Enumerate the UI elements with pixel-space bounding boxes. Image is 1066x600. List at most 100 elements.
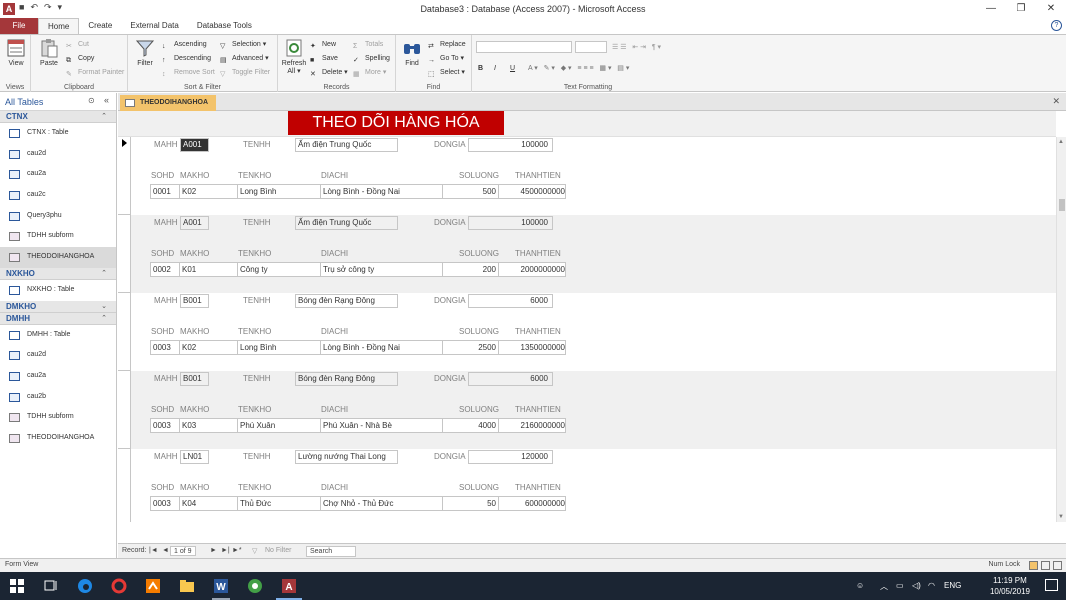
sort-descending-button[interactable]: ↑ Descending [162, 52, 211, 65]
first-record-icon[interactable]: |◄ [149, 547, 158, 554]
toggle-filter-button[interactable]: ▽ Toggle Filter [220, 66, 270, 79]
subform-cell-tenkho[interactable]: Công ty [238, 263, 321, 276]
subform-cell-soluong[interactable]: 50 [443, 497, 499, 510]
layout-view-icon[interactable] [1041, 561, 1050, 570]
nav-item[interactable]: NXKHO : Table [0, 280, 116, 301]
word-button[interactable]: W [204, 572, 238, 600]
nav-item[interactable]: cau2d [0, 345, 116, 366]
view-button[interactable]: View [1, 38, 31, 67]
subform-row[interactable]: 0001 K02 Long Bình Lòng Bình - Đồng Nai 500 4… [150, 184, 566, 199]
subform-cell-sohd[interactable]: 0002 [151, 263, 180, 276]
subform-cell-diachi[interactable]: Phú Xuân - Nhà Bè [321, 419, 443, 432]
save-record-button[interactable]: ■ Save [310, 52, 338, 65]
subform-cell-tenkho[interactable]: Phú Xuân [238, 419, 321, 432]
subform-cell-diachi[interactable]: Chợ Nhỏ - Thủ Đức [321, 497, 443, 510]
nav-item[interactable]: DMHH : Table [0, 325, 116, 346]
collapse-group-icon[interactable]: ⌃ [101, 111, 107, 123]
subform-cell-tenkho[interactable]: Thủ Đức [238, 497, 321, 510]
tab-create[interactable]: Create [79, 18, 121, 34]
mahh-field[interactable]: A001 [180, 216, 209, 230]
collapse-group-icon[interactable]: ⌃ [101, 268, 107, 280]
record-selector[interactable] [118, 293, 131, 371]
subform-cell-sohd[interactable]: 0001 [151, 185, 180, 198]
wifi-icon[interactable]: ◠ [928, 581, 935, 590]
subform-row[interactable]: 0003 K04 Thủ Đức Chợ Nhỏ - Thủ Đức 50 6000000… [150, 496, 566, 511]
copy-button[interactable]: ⧉ Copy [66, 52, 94, 65]
app-orange-button[interactable] [136, 572, 170, 600]
spelling-button[interactable]: ✓ Spelling [353, 52, 390, 65]
nav-collapse-icon[interactable]: « [104, 95, 109, 105]
subform-cell-makho[interactable]: K02 [180, 341, 238, 354]
tab-external-data[interactable]: External Data [121, 18, 187, 34]
app-green-button[interactable] [238, 572, 272, 600]
nav-item[interactable]: TDHH subform [0, 226, 116, 247]
tenhh-field[interactable]: Bóng đèn Rạng Đông [295, 294, 398, 308]
network-icon[interactable]: ▭ [896, 581, 904, 590]
nav-item[interactable]: cau2a [0, 366, 116, 387]
mahh-field[interactable]: A001 [180, 138, 209, 152]
record-selector[interactable] [118, 449, 131, 527]
record-selector[interactable] [118, 215, 131, 293]
font-size-combo[interactable] [575, 41, 607, 53]
nav-pane-header[interactable]: All Tables ⊙ « [0, 93, 116, 111]
subform-cell-thanhtien[interactable]: 2160000000 [499, 419, 567, 432]
subform-cell-makho[interactable]: K04 [180, 497, 238, 510]
tab-database-tools[interactable]: Database Tools [188, 18, 261, 34]
tab-home[interactable]: Home [38, 18, 80, 34]
subform-row[interactable]: 0002 K01 Công ty Trụ sở công ty 200 200000000… [150, 262, 566, 277]
vertical-scrollbar[interactable]: ▲ ▼ [1056, 137, 1066, 522]
tenhh-field[interactable]: Ấm điện Trung Quốc [295, 138, 398, 152]
dongia-field[interactable]: 100000 [468, 216, 553, 230]
maximize-button[interactable]: ❐ [1006, 0, 1036, 18]
document-tab[interactable]: THEODOIHANGHOA [120, 95, 217, 111]
tenhh-field[interactable]: Bóng đèn Rạng Đông [295, 372, 398, 386]
edge-button[interactable] [68, 572, 102, 600]
collapse-group-icon[interactable]: ⌃ [101, 313, 107, 325]
subform-cell-makho[interactable]: K02 [180, 185, 238, 198]
tab-file[interactable]: File [0, 18, 38, 34]
prev-record-icon[interactable]: ◄ [162, 547, 169, 554]
paste-button[interactable]: Paste [34, 38, 64, 67]
clock[interactable]: 11:19 PM 10/05/2019 [990, 575, 1030, 597]
record-search-input[interactable]: Search [306, 546, 356, 557]
new-record-nav-icon[interactable]: ►* [232, 547, 242, 554]
nav-menu-icon[interactable]: ⊙ [88, 96, 95, 105]
goto-button[interactable]: → Go To ▾ [428, 52, 464, 65]
nav-item[interactable]: Query3phu [0, 206, 116, 227]
subform-cell-sohd[interactable]: 0003 [151, 419, 180, 432]
dongia-field[interactable]: 120000 [468, 450, 553, 464]
subform-cell-diachi[interactable]: Lòng Bình - Đồng Nai [321, 341, 443, 354]
advanced-button[interactable]: ▤ Advanced ▾ [220, 52, 269, 65]
subform-cell-soluong[interactable]: 200 [443, 263, 499, 276]
subform-cell-makho[interactable]: K01 [180, 263, 238, 276]
subform-cell-thanhtien[interactable]: 600000000 [499, 497, 567, 510]
dongia-field[interactable]: 6000 [468, 294, 553, 308]
delete-record-button[interactable]: ✕ Delete ▾ [310, 66, 348, 79]
more-button[interactable]: ▦ More ▾ [353, 66, 386, 79]
start-button[interactable] [0, 572, 34, 600]
remove-sort-button[interactable]: ↕ Remove Sort [162, 66, 215, 79]
nav-group-header[interactable]: CTNX ⌃ [0, 111, 116, 123]
last-record-icon[interactable]: ►| [221, 547, 230, 554]
nav-item[interactable]: cau2b [0, 387, 116, 408]
subform-row[interactable]: 0003 K03 Phú Xuân Phú Xuân - Nhà Bè 4000 2160… [150, 418, 566, 433]
show-hidden-icons[interactable]: ︿ [880, 581, 888, 592]
subform-cell-thanhtien[interactable]: 2000000000 [499, 263, 567, 276]
font-name-combo[interactable] [476, 41, 572, 53]
find-button[interactable]: Find [397, 38, 427, 67]
minimize-button[interactable]: — [976, 0, 1006, 18]
filter-status[interactable]: No Filter [265, 547, 291, 554]
language-indicator[interactable]: ENG [944, 581, 961, 590]
nav-item[interactable]: TDHH subform [0, 407, 116, 428]
mahh-field[interactable]: B001 [180, 372, 209, 386]
nav-group-header[interactable]: NXKHO ⌃ [0, 267, 116, 280]
subform-cell-sohd[interactable]: 0003 [151, 497, 180, 510]
subform-cell-sohd[interactable]: 0003 [151, 341, 180, 354]
underline-button[interactable]: U [510, 62, 515, 75]
dongia-field[interactable]: 100000 [468, 138, 553, 152]
mahh-field[interactable]: LN01 [180, 450, 209, 464]
app-red-button[interactable] [102, 572, 136, 600]
nav-group-header[interactable]: DMHH ⌃ [0, 312, 116, 325]
subform-cell-soluong[interactable]: 4000 [443, 419, 499, 432]
tenhh-field[interactable]: Ấm điện Trung Quốc [295, 216, 398, 230]
